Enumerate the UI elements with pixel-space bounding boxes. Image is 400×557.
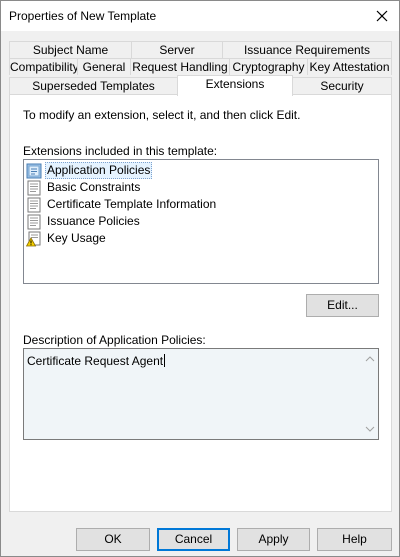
- close-icon: [376, 10, 388, 22]
- extensions-panel: To modify an extension, select it, and t…: [9, 94, 392, 512]
- window-title: Properties of New Template: [9, 9, 157, 23]
- description-value: Certificate Request Agent: [27, 354, 166, 368]
- list-item-label: Issuance Policies: [47, 214, 140, 228]
- document-icon: [26, 163, 42, 178]
- scroll-down-icon[interactable]: [365, 424, 375, 434]
- cancel-button[interactable]: Cancel: [157, 528, 230, 551]
- tab-request-handling[interactable]: Request Handling: [130, 58, 230, 75]
- tab-general[interactable]: General: [77, 58, 131, 75]
- list-item-issuance-policies[interactable]: Issuance Policies: [26, 213, 142, 230]
- list-item-basic-constraints[interactable]: Basic Constraints: [26, 179, 142, 196]
- document-icon: [27, 180, 41, 195]
- help-button[interactable]: Help: [317, 528, 392, 551]
- description-label: Description of Application Policies:: [23, 333, 206, 347]
- list-item-label: Key Usage: [47, 231, 106, 245]
- text-caret: [164, 354, 166, 367]
- extensions-list-label: Extensions included in this template:: [23, 144, 218, 158]
- tab-key-attestation[interactable]: Key Attestation: [307, 58, 392, 75]
- list-item-certificate-template-information[interactable]: Certificate Template Information: [26, 196, 218, 213]
- tab-issuance-requirements[interactable]: Issuance Requirements: [222, 41, 392, 58]
- tab-server[interactable]: Server: [131, 41, 223, 58]
- list-item-label: Certificate Template Information: [47, 197, 217, 211]
- tab-extensions[interactable]: Extensions: [177, 75, 293, 96]
- close-button[interactable]: [365, 1, 399, 31]
- warning-document-icon: [26, 231, 41, 246]
- tab-compatibility[interactable]: Compatibility: [9, 58, 79, 75]
- tab-superseded-templates[interactable]: Superseded Templates: [9, 77, 178, 94]
- tab-cryptography[interactable]: Cryptography: [229, 58, 308, 75]
- list-item-label: Application Policies: [45, 162, 153, 179]
- tab-subject-name[interactable]: Subject Name: [9, 41, 132, 58]
- ok-button[interactable]: OK: [76, 528, 150, 551]
- description-field[interactable]: Certificate Request Agent: [23, 348, 379, 440]
- list-item-application-policies[interactable]: Application Policies: [26, 162, 153, 179]
- list-item-key-usage[interactable]: Key Usage: [26, 230, 108, 247]
- properties-dialog: Properties of New Template Subject Name …: [0, 0, 400, 557]
- apply-button[interactable]: Apply: [237, 528, 310, 551]
- document-icon: [27, 197, 41, 212]
- instruction-text: To modify an extension, select it, and t…: [23, 108, 301, 122]
- list-item-label: Basic Constraints: [47, 180, 141, 194]
- scroll-up-icon[interactable]: [365, 354, 375, 364]
- title-bar: Properties of New Template: [1, 1, 399, 31]
- edit-button[interactable]: Edit...: [306, 294, 379, 317]
- extensions-list[interactable]: Application Policies Basic Constraints C…: [23, 159, 379, 284]
- document-icon: [27, 214, 41, 229]
- tab-security[interactable]: Security: [292, 77, 392, 94]
